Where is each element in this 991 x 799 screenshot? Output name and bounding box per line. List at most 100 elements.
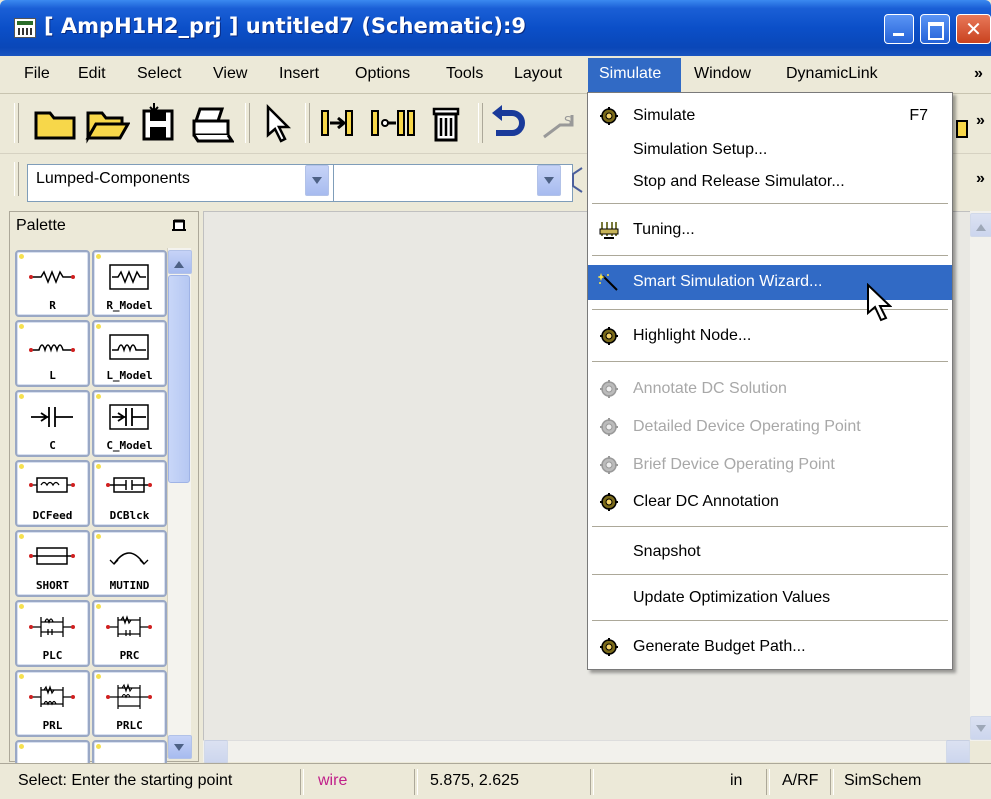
toolbar-overflow-chevron[interactable]: » (976, 112, 985, 130)
menu-item-smart-simulation-wizard[interactable]: Smart Simulation Wizard... (588, 265, 952, 300)
pin-icon[interactable] (172, 218, 186, 234)
new-folder-icon[interactable] (32, 101, 78, 145)
menu-item-label: Update Optimization Values (633, 589, 831, 606)
measure-icon[interactable]: S (538, 101, 588, 145)
app-icon[interactable] (14, 18, 36, 38)
menu-item-label: Tuning... (633, 221, 695, 238)
menu-item-clear-dc-annotation[interactable]: Clear DC Annotation (588, 485, 952, 519)
menu-item-simulate[interactable]: Simulate F7 (588, 99, 952, 133)
palette-item-prc[interactable]: PRC (92, 600, 167, 667)
menu-overflow-chevron[interactable]: » (974, 65, 983, 83)
palette-item-c[interactable]: C (15, 390, 90, 457)
canvas-horizontal-scrollbar[interactable] (203, 740, 970, 762)
save-icon[interactable] (138, 101, 178, 145)
menu-file[interactable]: File (24, 65, 50, 83)
menu-item-label: Simulation Setup... (633, 141, 768, 158)
menu-item-highlight-node[interactable]: Highlight Node... (588, 319, 952, 353)
short-icon (29, 547, 75, 565)
library-combo[interactable]: Lumped-Components (27, 164, 341, 202)
palette-item-l[interactable]: L (15, 320, 90, 387)
prc-icon (106, 615, 152, 637)
toolbar-grip[interactable] (14, 103, 19, 143)
palette-item-c-model[interactable]: C_Model (92, 390, 167, 457)
menu-item-annotate-dc-solution[interactable]: Annotate DC Solution (588, 372, 952, 406)
menu-item-shortcut: F7 (909, 107, 928, 124)
scroll-up-button[interactable] (168, 250, 192, 274)
status-separator (300, 769, 304, 795)
prl-icon (29, 685, 75, 707)
canvas-scroll-left-button[interactable] (204, 740, 228, 764)
palette-item-short[interactable]: SHORT (15, 530, 90, 597)
menu-item-label: Highlight Node... (633, 327, 752, 344)
palette-item-prl[interactable]: PRL (15, 670, 90, 737)
palette-scroll-thumb[interactable] (168, 275, 190, 483)
menu-simulate[interactable]: Simulate (599, 65, 661, 83)
menu-item-update-optimization-values[interactable]: Update Optimization Values (588, 581, 952, 615)
palette-item-label: PRC (119, 649, 140, 662)
toolbar-grip[interactable] (14, 162, 19, 196)
menu-options[interactable]: Options (355, 65, 410, 83)
menu-tools[interactable]: Tools (446, 65, 483, 83)
canvas-scroll-down-button[interactable] (970, 716, 991, 740)
gear-icon (600, 638, 618, 656)
hexagon-icon[interactable] (568, 165, 586, 195)
library-combo-dropdown-button[interactable] (305, 165, 329, 196)
palette-item-label: R (49, 299, 56, 312)
palette-item-dcfeed[interactable]: DCFeed (15, 460, 90, 527)
menu-item-brief-device-operating-point[interactable]: Brief Device Operating Point (588, 448, 952, 482)
menu-window[interactable]: Window (694, 65, 751, 83)
hidden-tool-icon[interactable] (955, 101, 971, 145)
close-button[interactable]: ✕ (956, 14, 991, 44)
menu-layout[interactable]: Layout (514, 65, 562, 83)
undo-icon[interactable] (488, 101, 532, 145)
canvas-vertical-scrollbar[interactable] (970, 211, 991, 741)
insert-port-icon[interactable] (318, 101, 364, 145)
toolbar2-overflow-chevron[interactable]: » (976, 170, 985, 188)
open-folder-icon[interactable] (84, 101, 130, 145)
palette-item-r[interactable]: R (15, 250, 90, 317)
dcblock-icon (106, 477, 152, 493)
menu-separator (592, 255, 948, 256)
canvas-scroll-right-button[interactable] (946, 740, 970, 764)
select-arrow-icon[interactable] (258, 101, 298, 145)
menu-item-snapshot[interactable]: Snapshot (588, 535, 952, 569)
status-bar: Select: Enter the starting point wire 5.… (0, 763, 991, 799)
menu-insert[interactable]: Insert (279, 65, 319, 83)
palette-item-r-model[interactable]: R_Model (92, 250, 167, 317)
palette-item-prlc[interactable]: PRLC (92, 670, 167, 737)
palette-item-plc[interactable]: PLC (15, 600, 90, 667)
menu-select[interactable]: Select (137, 65, 181, 83)
maximize-button[interactable] (920, 14, 950, 44)
component-combo-dropdown-button[interactable] (537, 165, 561, 196)
prlc-icon (106, 683, 152, 709)
menu-item-stop-release-simulator[interactable]: Stop and Release Simulator... (588, 165, 952, 199)
palette-item-label: MUTIND (109, 579, 150, 592)
print-icon[interactable] (190, 101, 234, 145)
delete-trash-icon[interactable] (426, 101, 466, 145)
status-separator (590, 769, 594, 795)
gear-icon (600, 418, 618, 436)
menu-item-detailed-device-operating-point[interactable]: Detailed Device Operating Point (588, 410, 952, 444)
menu-item-label: Stop and Release Simulator... (633, 173, 845, 190)
menu-view[interactable]: View (213, 65, 247, 83)
resistor-model-icon (109, 264, 149, 290)
canvas-scroll-up-button[interactable] (970, 213, 991, 237)
menu-dynamiclink[interactable]: DynamicLink (786, 65, 878, 83)
menu-separator (592, 361, 948, 362)
simulate-dropdown-menu: Simulate F7 Simulation Setup... Stop and… (587, 92, 953, 670)
scroll-down-button[interactable] (168, 735, 192, 759)
palette-item-label: DCBlck (109, 509, 150, 522)
svg-text:S: S (564, 114, 572, 128)
inductor-model-icon (109, 334, 149, 360)
palette-item-label: R_Model (106, 299, 153, 312)
minimize-button[interactable] (884, 14, 914, 44)
palette-item-mutind[interactable]: MUTIND (92, 530, 167, 597)
palette-item-dcblck[interactable]: DCBlck (92, 460, 167, 527)
menu-item-simulation-setup[interactable]: Simulation Setup... (588, 133, 952, 167)
palette-item-label: PLC (42, 649, 63, 662)
menu-item-generate-budget-path[interactable]: Generate Budget Path... (588, 630, 952, 664)
palette-item-l-model[interactable]: L_Model (92, 320, 167, 387)
menu-edit[interactable]: Edit (78, 65, 106, 83)
insert-wire-icon[interactable] (368, 101, 418, 145)
menu-item-tuning[interactable]: Tuning... (588, 213, 952, 247)
